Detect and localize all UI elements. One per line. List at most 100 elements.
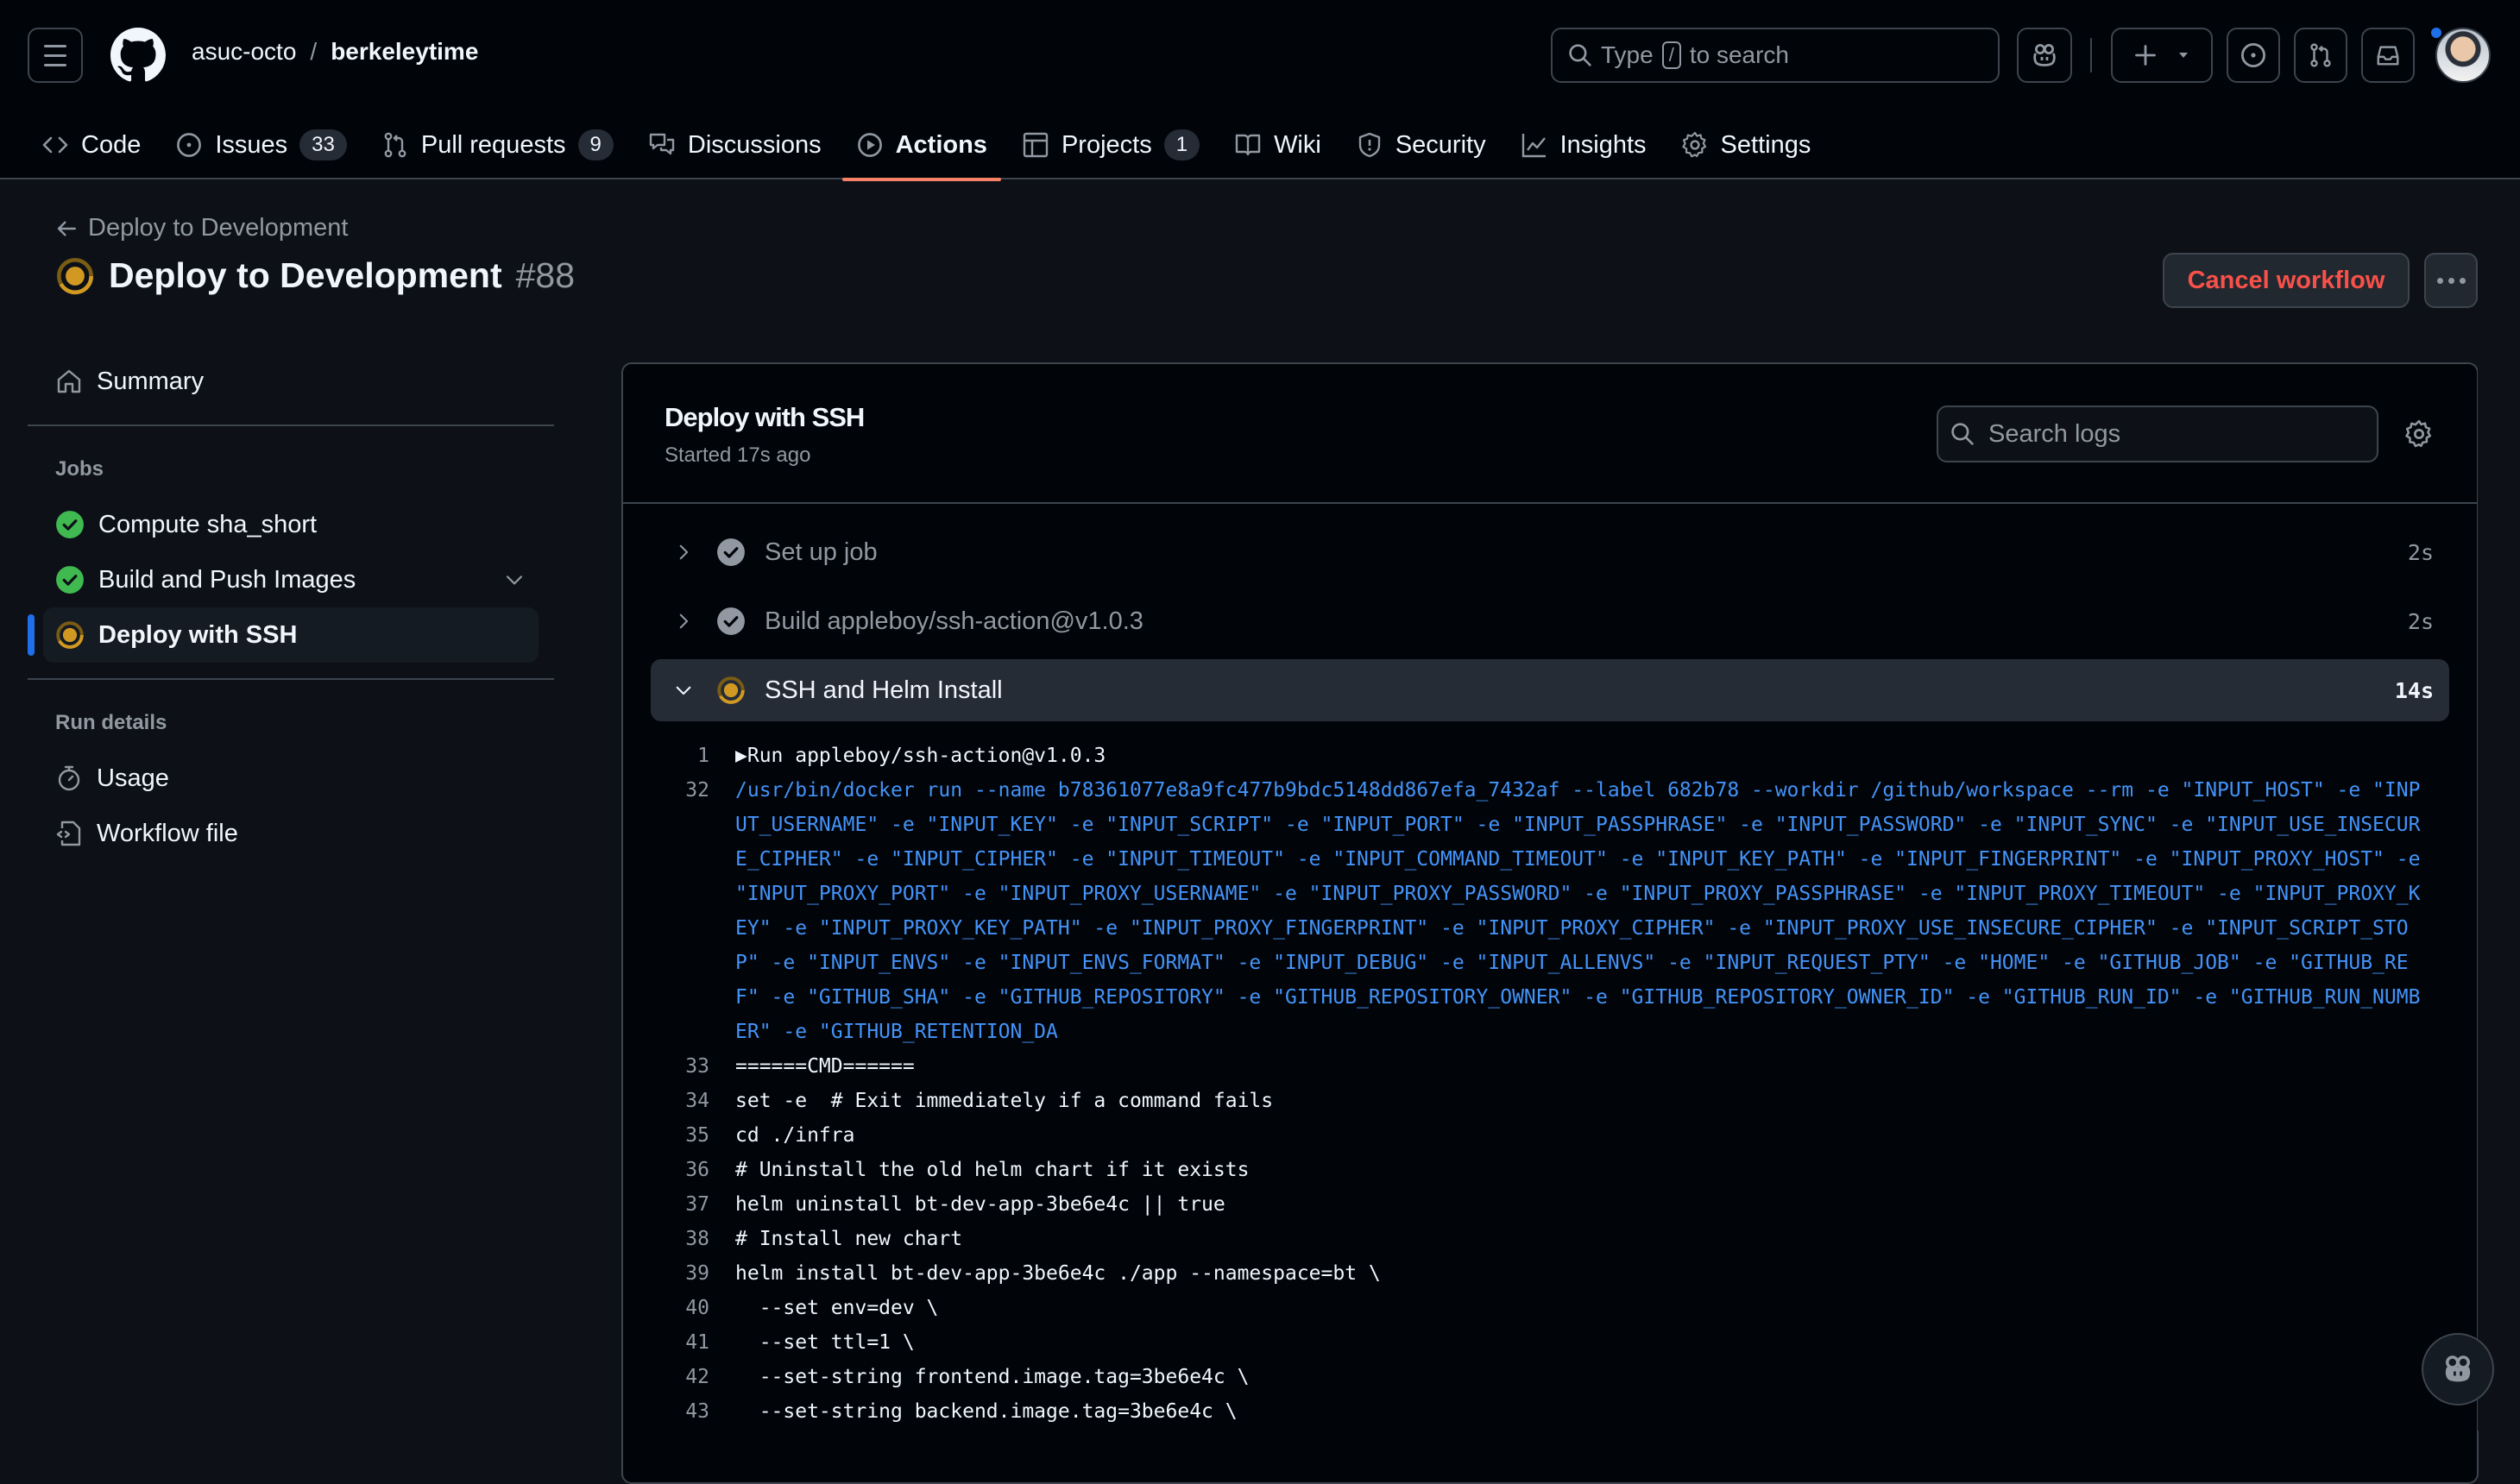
- top-bar: asuc-octo / berkeleytime Type / to searc…: [0, 0, 2520, 110]
- your-pull-requests-button[interactable]: [2294, 28, 2347, 83]
- step-label: SSH and Helm Install: [765, 676, 1003, 704]
- log-line-number[interactable]: 37: [623, 1187, 735, 1222]
- log-line[interactable]: 38 # Install new chart: [623, 1222, 2477, 1256]
- tab-actions[interactable]: Actions: [841, 110, 1002, 181]
- page-right-gutter: [2478, 362, 2520, 1431]
- copilot-button[interactable]: [2017, 28, 2072, 83]
- log-line[interactable]: 35 cd ./infra: [623, 1118, 2477, 1153]
- step-build-ssh-action[interactable]: Build appleboy/ssh-action@v1.0.3 2s: [651, 590, 2449, 652]
- log-group-toggle[interactable]: ▶Run appleboy/ssh-action@v1.0.3: [735, 739, 1106, 773]
- kebab-dot: [2436, 277, 2443, 284]
- open-global-nav-button[interactable]: [28, 28, 83, 83]
- tab-settings[interactable]: Settings: [1667, 110, 1825, 179]
- log-line-number[interactable]: 43: [623, 1394, 735, 1429]
- sidebar-job-deploy-with-ssh[interactable]: Deploy with SSH: [28, 607, 539, 663]
- log-line-number[interactable]: 40: [623, 1291, 735, 1325]
- repo-breadcrumb: asuc-octo / berkeleytime: [192, 38, 478, 66]
- log-line-number[interactable]: 38: [623, 1222, 735, 1256]
- log-line-number[interactable]: 36: [623, 1153, 735, 1187]
- job-steps: Set up job 2s Build appleboy/ssh-action@…: [623, 504, 2477, 721]
- triangle-down-icon: [2179, 53, 2188, 58]
- chevron-down-icon[interactable]: [502, 568, 526, 592]
- sidebar-item-summary[interactable]: Summary: [28, 354, 554, 409]
- log-line-text: helm uninstall bt-dev-app-3be6e4c || tru…: [735, 1193, 1225, 1216]
- git-pull-request-icon: [2310, 43, 2331, 67]
- log-line[interactable]: 39 helm install bt-dev-app-3be6e4c ./app …: [623, 1256, 2477, 1291]
- log-line[interactable]: 42 --set-string frontend.image.tag=3be6e…: [623, 1360, 2477, 1394]
- kebab-dot: [2459, 277, 2466, 284]
- log-line-number[interactable]: 42: [623, 1360, 735, 1394]
- sidebar-job-build-and-push-images[interactable]: Build and Push Images: [28, 552, 554, 607]
- comment-discussion-icon: [649, 133, 675, 155]
- sidebar-item-label: Workflow file: [97, 819, 238, 847]
- sidebar-item-workflow-file[interactable]: Workflow file: [28, 806, 554, 861]
- tab-pull-requests[interactable]: Pull requests 9: [368, 110, 627, 179]
- step-duration: 14s: [2394, 677, 2434, 703]
- tab-label: Actions: [895, 130, 987, 159]
- cancel-workflow-button[interactable]: Cancel workflow: [2163, 253, 2410, 308]
- step-ssh-and-helm-install[interactable]: SSH and Helm Install 14s: [651, 659, 2449, 721]
- log-line[interactable]: 1 ▶Run appleboy/ssh-action@v1.0.3: [623, 739, 2477, 773]
- log-line-number[interactable]: 32: [623, 773, 735, 1049]
- step-label: Set up job: [765, 538, 878, 566]
- log-line[interactable]: 41 --set ttl=1 \: [623, 1325, 2477, 1360]
- log-line-number[interactable]: 33: [623, 1049, 735, 1084]
- tab-code[interactable]: Code: [28, 110, 154, 179]
- in-progress-status-icon: [717, 676, 745, 704]
- copilot-chat-button[interactable]: [2422, 1333, 2494, 1405]
- more-options-button[interactable]: [2424, 253, 2478, 308]
- log-line-number[interactable]: 1: [623, 739, 735, 773]
- notifications-button[interactable]: [2361, 28, 2415, 83]
- your-issues-button[interactable]: [2227, 28, 2280, 83]
- shield-icon: [1358, 132, 1381, 158]
- search-logs-input[interactable]: [1988, 419, 2351, 449]
- tab-security[interactable]: Security: [1342, 110, 1500, 179]
- tab-issues[interactable]: Issues 33: [161, 110, 361, 179]
- sidebar-item-label: Build and Push Images: [98, 565, 356, 594]
- create-new-button[interactable]: [2111, 28, 2213, 83]
- log-line[interactable]: 36 # Uninstall the old helm chart if it e…: [623, 1153, 2477, 1187]
- check-circle-fill-icon: [717, 538, 745, 566]
- sidebar-job-compute-sha-short[interactable]: Compute sha_short: [28, 497, 554, 552]
- repo-owner-link[interactable]: asuc-octo: [192, 38, 296, 66]
- issue-opened-icon: [2240, 42, 2266, 68]
- global-search-input[interactable]: Type / to search: [1551, 28, 2000, 83]
- jobs-heading: Jobs: [55, 457, 104, 481]
- log-line[interactable]: 37 helm uninstall bt-dev-app-3be6e4c || t…: [623, 1187, 2477, 1222]
- user-avatar[interactable]: [2435, 28, 2491, 83]
- home-icon: [57, 369, 81, 393]
- log-settings-gear-icon[interactable]: [2404, 419, 2434, 449]
- check-circle-fill-icon: [56, 566, 84, 594]
- step-set-up-job[interactable]: Set up job 2s: [651, 521, 2449, 583]
- search-placeholder-post: to search: [1689, 41, 1789, 68]
- log-line[interactable]: 34 set -e # Exit immediately if a command…: [623, 1084, 2477, 1118]
- step-duration: 2s: [2407, 608, 2434, 634]
- log-line-number[interactable]: 41: [623, 1325, 735, 1360]
- sidebar-item-usage[interactable]: Usage: [28, 751, 554, 806]
- search-logs-field[interactable]: [1937, 406, 2378, 462]
- log-line[interactable]: 32/usr/bin/docker run --name b78361077e8…: [623, 773, 2477, 1049]
- tab-projects[interactable]: Projects 1: [1008, 110, 1213, 179]
- copilot-icon: [2033, 44, 2056, 66]
- page-title: Deploy to Development #88: [55, 255, 575, 296]
- log-line-number[interactable]: 34: [623, 1084, 735, 1118]
- tab-discussions[interactable]: Discussions: [634, 110, 835, 179]
- code-icon: [42, 136, 68, 154]
- graph-icon: [1521, 134, 1546, 158]
- log-line[interactable]: 33 ======CMD======: [623, 1049, 2477, 1084]
- tab-label: Code: [81, 130, 142, 159]
- log-line-text: /usr/bin/docker run --name b78361077e8a9…: [735, 779, 2421, 1043]
- log-line-text: set -e # Exit immediately if a command f…: [735, 1090, 1274, 1112]
- log-line[interactable]: 43 --set-string backend.image.tag=3be6e4…: [623, 1394, 2477, 1429]
- tab-wiki[interactable]: Wiki: [1220, 110, 1335, 179]
- back-to-workflow-link[interactable]: Deploy to Development: [55, 214, 348, 242]
- log-line-number[interactable]: 35: [623, 1118, 735, 1153]
- repo-name-link[interactable]: berkeleytime: [331, 38, 478, 66]
- log-line-number[interactable]: 39: [623, 1256, 735, 1291]
- tab-insights[interactable]: Insights: [1507, 110, 1660, 179]
- back-link-label: Deploy to Development: [88, 214, 349, 242]
- search-shortcut-key: /: [1661, 41, 1681, 69]
- log-line[interactable]: 40 --set env=dev \: [623, 1291, 2477, 1325]
- log-line-text: --set env=dev \: [735, 1297, 939, 1319]
- github-logo-icon[interactable]: [110, 28, 166, 83]
